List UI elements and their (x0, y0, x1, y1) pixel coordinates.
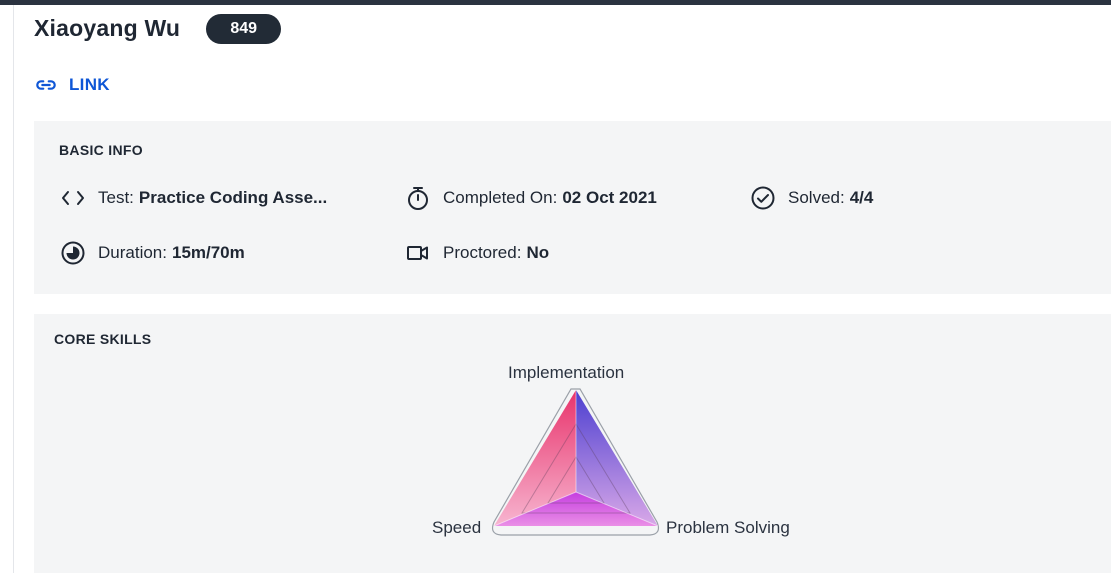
duration-label: Duration: (98, 243, 167, 262)
clock-pie-icon (61, 241, 85, 265)
link-button[interactable]: LINK (34, 74, 110, 96)
link-icon (36, 80, 56, 90)
core-skills-panel: CORE SKILLS Implementation Problem Solvi… (34, 314, 1111, 573)
skills-radar-chart (491, 388, 660, 536)
completed-value: 02 Oct 2021 (562, 188, 657, 207)
code-icon (62, 191, 84, 205)
proctored-label: Proctored: (443, 243, 522, 262)
solved-label: Solved: (788, 188, 845, 207)
duration-info: Duration: 15m/70m (60, 240, 245, 266)
left-divider (13, 5, 14, 573)
test-label: Test: (98, 188, 134, 207)
proctored-info: Proctored: No (405, 240, 549, 266)
axis-label-speed: Speed (432, 518, 482, 537)
completed-info: Completed On: 02 Oct 2021 (405, 185, 657, 211)
solved-info: Solved: 4/4 (750, 185, 873, 211)
video-camera-icon (407, 246, 428, 260)
score-badge: 849 (206, 14, 282, 44)
candidate-name: Xiaoyang Wu (34, 14, 181, 41)
top-bar (0, 0, 1111, 5)
link-label: LINK (69, 75, 110, 94)
axis-label-problem-solving: Problem Solving (666, 518, 790, 537)
check-circle-icon (751, 186, 775, 210)
duration-value: 15m/70m (171, 243, 245, 262)
proctored-value: No (526, 243, 550, 262)
axis-label-implementation: Implementation (508, 363, 625, 382)
test-info: Test: Practice Coding Asse... (60, 185, 327, 211)
basic-info-title: BASIC INFO (59, 142, 143, 158)
basic-info-panel: BASIC INFO Test: Practice Coding Asse...… (34, 121, 1111, 294)
completed-label: Completed On: (443, 188, 558, 207)
test-value: Practice Coding Asse... (138, 188, 328, 207)
candidate-header: Xiaoyang Wu 849 (34, 12, 282, 44)
solved-value: 4/4 (849, 188, 874, 207)
stopwatch-icon (408, 187, 428, 210)
